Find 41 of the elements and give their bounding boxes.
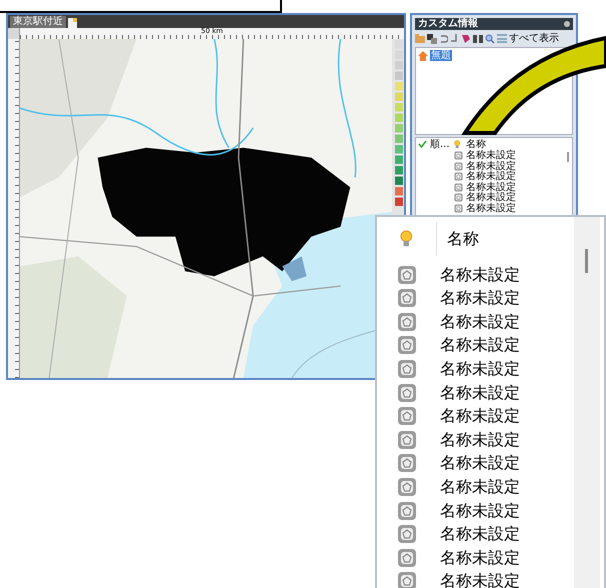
pentagon-icon [454, 162, 463, 170]
list-row-text[interactable]: 名称未設定 [466, 150, 572, 161]
list-row-text[interactable]: 名称未設定 [466, 182, 572, 192]
list-row-text[interactable]: 名称未設定 [440, 524, 520, 544]
list-row-text[interactable]: 名称未設定 [440, 453, 520, 474]
scrollbar-thumb [585, 249, 588, 273]
list-row-text[interactable]: 名称未設定 [440, 430, 520, 450]
pentagon-icon [454, 172, 463, 181]
tree-item[interactable]: 無題 [430, 50, 452, 61]
pentagon-icon [454, 193, 463, 202]
list-row-text[interactable]: 名称未設定 [440, 548, 520, 568]
column-header: 名称 [447, 229, 479, 250]
list-row-text[interactable]: 名称未設定 [440, 359, 520, 380]
list-row-text[interactable]: 名称未設定 [440, 264, 520, 285]
pentagon-icon [454, 182, 463, 192]
check-icon [418, 140, 427, 148]
list-row-text[interactable]: 名称未設定 [466, 192, 572, 203]
pentagon-icon [397, 571, 417, 588]
list-row-text[interactable]: 名称未設定 [466, 171, 572, 182]
lightbulb-icon [400, 230, 413, 248]
list-row-text[interactable]: 名称未設定 [466, 202, 572, 214]
list-row-text[interactable]: 名称未設定 [466, 160, 572, 172]
list-row-text[interactable]: 名称未設定 [440, 476, 520, 497]
search-icon[interactable] [485, 34, 495, 44]
lightbulb-icon [454, 140, 460, 148]
panel-title: カスタム情報 [418, 18, 478, 30]
column-header: 名称 [466, 138, 486, 150]
list-row-text[interactable]: 名称未設定 [440, 406, 520, 426]
dot-icon [564, 21, 570, 27]
layers-icon[interactable] [427, 34, 437, 44]
list-row-text[interactable]: 名称未設定 [440, 500, 520, 521]
pentagon-icon [454, 151, 463, 160]
show-all-button[interactable]: すべて表示 [509, 32, 559, 44]
list-row-text[interactable]: 名称未設定 [440, 382, 520, 403]
column-header: 順... [430, 138, 451, 150]
map-tab[interactable]: 東京駅付近 [10, 16, 66, 28]
list-row-text[interactable]: 名称未設定 [440, 335, 520, 356]
pentagon-icon [454, 204, 463, 212]
list-row-text[interactable]: 名称未設定 [440, 312, 520, 332]
scrollbar-thumb [567, 152, 569, 162]
list-row-text[interactable]: 名称未設定 [440, 288, 520, 308]
